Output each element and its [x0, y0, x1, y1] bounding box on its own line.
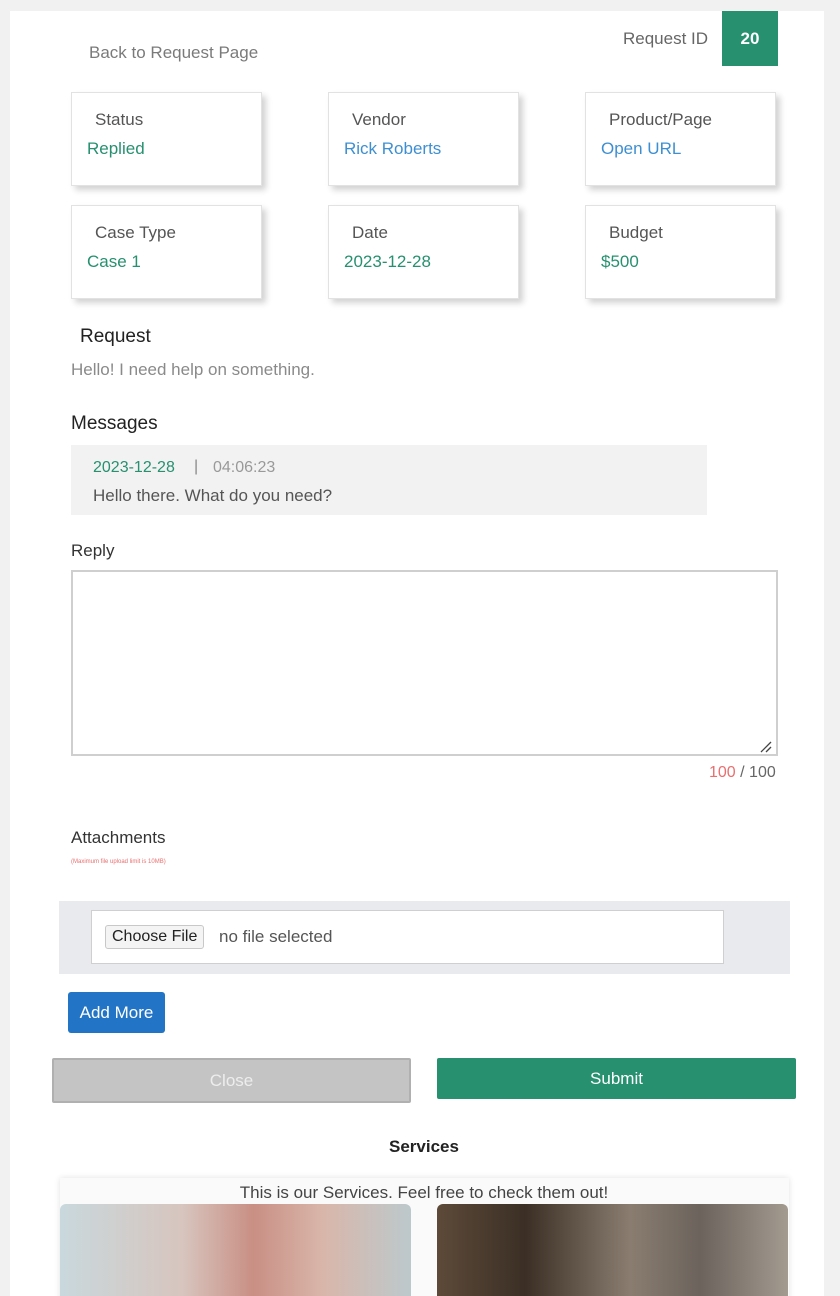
back-to-request-link[interactable]: Back to Request Page [89, 43, 258, 63]
character-counter: 100 / 100 [709, 764, 776, 782]
services-title: Services [389, 1137, 459, 1156]
message-date: 2023-12-28 [93, 459, 175, 476]
budget-label: Budget [609, 223, 663, 242]
date-value: 2023-12-28 [344, 252, 431, 271]
file-input[interactable]: Choose File no file selected [91, 910, 724, 964]
case-type-value: Case 1 [87, 252, 141, 271]
choose-file-button[interactable]: Choose File [105, 925, 205, 949]
submit-button[interactable]: Submit [437, 1058, 796, 1099]
request-id-label: Request ID [623, 29, 709, 48]
message-separator: | [194, 458, 199, 475]
status-value: Replied [87, 139, 145, 158]
request-text: Hello! I need help on something. [71, 360, 315, 379]
vendor-link[interactable]: Rick Roberts [344, 139, 441, 159]
message-item: 2023-12-28 | 04:06:23 Hello there. What … [71, 445, 707, 515]
file-upload-row: Choose File no file selected [59, 901, 790, 974]
character-count-used: 100 [709, 764, 736, 781]
vendor-label: Vendor [352, 110, 406, 129]
date-label: Date [352, 223, 388, 242]
resize-handle-icon[interactable] [759, 740, 772, 753]
open-url-link[interactable]: Open URL [601, 139, 681, 159]
product-label: Product/Page [609, 110, 713, 129]
request-id-badge: 20 [722, 11, 778, 66]
service-image-helmet[interactable] [437, 1204, 788, 1296]
vendor-card: Vendor Rick Roberts [328, 92, 519, 186]
request-title: Request [80, 326, 151, 347]
character-count-max: / 100 [740, 764, 776, 781]
product-card: Product/Page Open URL [585, 92, 776, 186]
reply-label: Reply [71, 541, 115, 560]
service-image-portrait[interactable] [60, 1204, 411, 1296]
add-more-button[interactable]: Add More [68, 992, 165, 1033]
messages-title: Messages [71, 413, 158, 434]
status-label: Status [95, 110, 144, 129]
budget-card: Budget $500 [585, 205, 776, 299]
status-card: Status Replied [71, 92, 262, 186]
case-type-label: Case Type [95, 223, 176, 242]
services-subtitle: This is our Services. Feel free to check… [239, 1183, 609, 1202]
request-detail-page: Back to Request Page Request ID 20 Statu… [10, 11, 824, 1296]
attachments-size-note: (Maximum file upload limit is 10MB) [71, 859, 166, 865]
no-file-selected-text: no file selected [219, 927, 333, 946]
close-button[interactable]: Close [52, 1058, 411, 1103]
attachments-label: Attachments [71, 828, 166, 847]
date-card: Date 2023-12-28 [328, 205, 519, 299]
case-type-card: Case Type Case 1 [71, 205, 262, 299]
message-text: Hello there. What do you need? [93, 486, 333, 505]
message-time: 04:06:23 [213, 459, 276, 476]
reply-textarea[interactable] [71, 570, 778, 756]
budget-value: $500 [601, 252, 639, 271]
